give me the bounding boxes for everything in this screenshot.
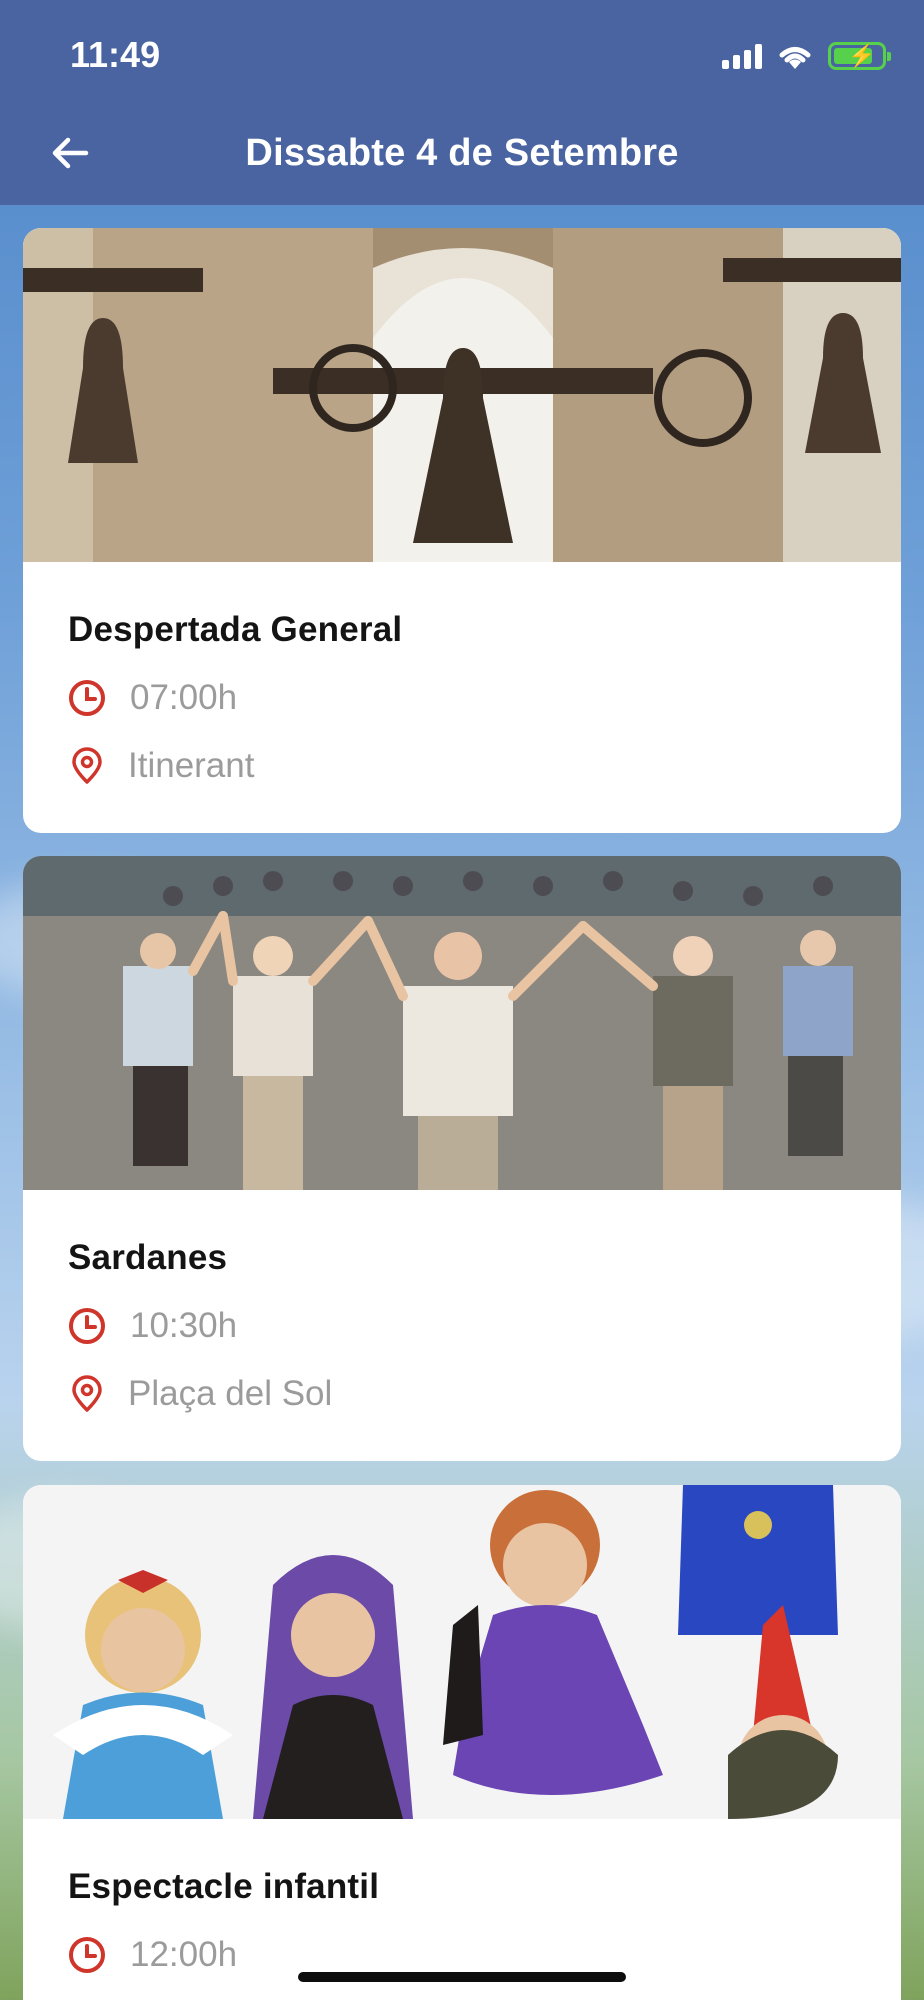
clock-icon bbox=[69, 1937, 105, 1973]
event-image-bells bbox=[23, 228, 901, 562]
location-pin-icon bbox=[72, 747, 102, 784]
event-title: Sardanes bbox=[68, 1238, 228, 1277]
event-location-row: Plaça del Sol bbox=[68, 1374, 856, 1414]
location-pin-icon bbox=[72, 1375, 102, 1412]
event-card[interactable]: Despertada General 07:00h Itinerant bbox=[23, 228, 901, 833]
wifi-icon bbox=[779, 47, 811, 69]
event-title: Espectacle infantil bbox=[68, 1867, 380, 1906]
event-image-dancers bbox=[23, 856, 901, 1190]
home-indicator[interactable] bbox=[298, 1972, 626, 1982]
event-time: 07:00h bbox=[130, 678, 238, 717]
event-card[interactable]: Espectacle infantil 12:00h bbox=[23, 1485, 901, 2000]
event-image-puppets bbox=[23, 1485, 901, 1819]
event-title: Despertada General bbox=[68, 610, 403, 649]
cellular-signal-icon bbox=[722, 43, 762, 69]
event-time-row: 12:00h bbox=[68, 1935, 856, 1975]
event-time: 10:30h bbox=[130, 1306, 238, 1345]
event-time-row: 07:00h bbox=[68, 678, 856, 718]
clock-icon bbox=[69, 1308, 105, 1344]
event-card[interactable]: Sardanes 10:30h Plaça del Sol bbox=[23, 856, 901, 1461]
status-time: 11:49 bbox=[70, 34, 161, 75]
event-location-row: Itinerant bbox=[68, 746, 856, 786]
status-icons: ⚡ bbox=[722, 38, 891, 74]
event-time: 12:00h bbox=[130, 1935, 238, 1974]
clock-icon bbox=[69, 680, 105, 716]
battery-charging-icon: ⚡ bbox=[828, 42, 891, 70]
event-time-row: 10:30h bbox=[68, 1306, 856, 1346]
app-header: 11:49 ⚡ Dissabte 4 de Setembre bbox=[0, 0, 924, 205]
event-location: Plaça del Sol bbox=[128, 1374, 333, 1413]
page-title: Dissabte 4 de Setembre bbox=[245, 132, 679, 174]
event-location: Itinerant bbox=[128, 746, 255, 785]
